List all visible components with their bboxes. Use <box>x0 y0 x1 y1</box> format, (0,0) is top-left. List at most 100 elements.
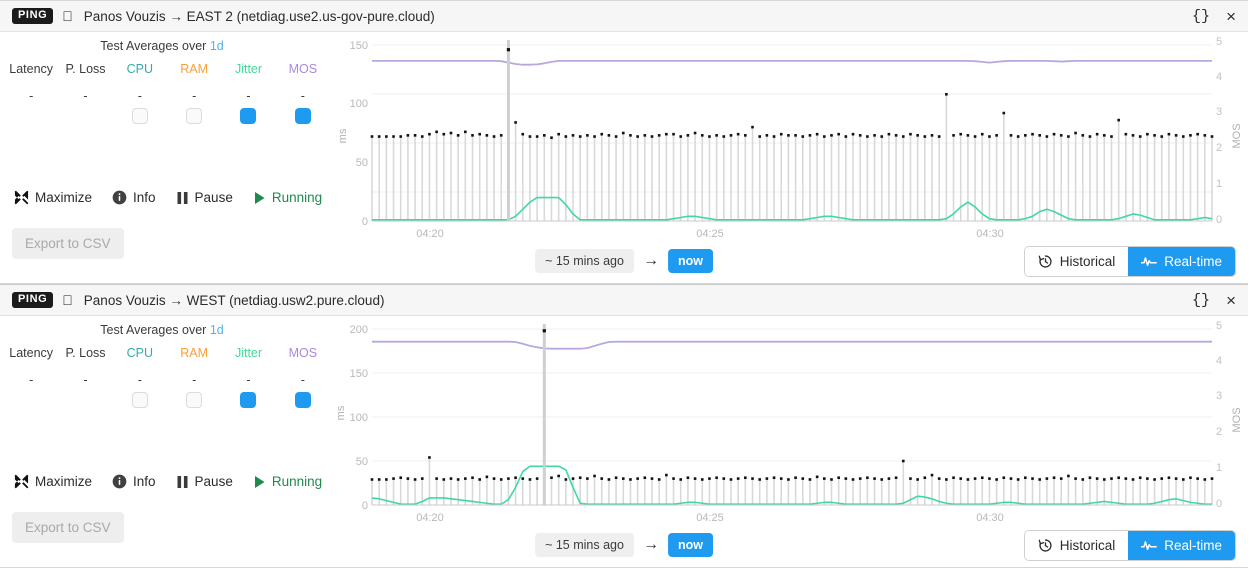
jitter-line <box>372 196 1213 221</box>
averages-duration[interactable]: 1d <box>210 323 224 337</box>
maximize-label: Maximize <box>35 474 93 489</box>
json-view-button[interactable]: {} <box>1186 9 1216 24</box>
maximize-icon <box>14 190 29 205</box>
panel-footer: ~ 15 mins ago → now Historical Real-time <box>0 523 1248 567</box>
checkbox-ram[interactable] <box>186 392 203 408</box>
realtime-button[interactable]: Real-time <box>1128 246 1235 276</box>
stat-header-mos: MOS <box>288 62 318 76</box>
time-to-chip[interactable]: now <box>667 533 713 557</box>
stat-header-cpu: CPU <box>126 62 154 76</box>
stat-header-latency: Latency <box>9 346 54 360</box>
checkbox-cpu[interactable] <box>131 108 148 124</box>
checkbox-cell-latency <box>4 106 58 124</box>
maximize-button[interactable]: Maximize <box>14 190 92 205</box>
panel-titlebar: PING  Panos Vouzis → EAST 2 (netdiag.us… <box>0 1 1248 32</box>
pause-label: Pause <box>194 190 233 205</box>
realtime-label: Real-time <box>1164 253 1222 269</box>
ping-chart[interactable]: 150 100 50 0 ms 5 4 3 2 1 0 MOS 04:20 04… <box>332 36 1248 241</box>
info-icon <box>112 190 127 205</box>
svg-text:MOS: MOS <box>1231 123 1243 148</box>
pause-button[interactable]: Pause <box>176 190 233 205</box>
running-status[interactable]: Running <box>253 474 322 489</box>
stat-header-ploss: P. Loss <box>65 62 106 76</box>
history-clock-icon <box>1038 538 1053 553</box>
stat-value-mos: - <box>300 89 305 103</box>
chart-plot-p1 <box>370 324 1214 505</box>
maximize-label: Maximize <box>35 190 93 205</box>
historical-label: Historical <box>1059 253 1116 269</box>
history-clock-icon <box>1038 254 1053 269</box>
checkbox-ram[interactable] <box>186 108 203 124</box>
pause-button[interactable]: Pause <box>176 474 233 489</box>
historical-button[interactable]: Historical <box>1024 246 1129 276</box>
stat-header-latency: Latency <box>9 62 54 76</box>
time-range-selector: ~ 15 mins ago → now <box>535 249 713 273</box>
view-mode-toggle: Historical Real-time <box>1023 245 1236 277</box>
time-to-chip[interactable]: now <box>667 249 713 273</box>
stat-value-mos: - <box>300 373 305 387</box>
checkbox-cell-ram <box>167 390 221 408</box>
latency-stems <box>371 330 1213 505</box>
svg-text:50: 50 <box>356 157 368 169</box>
arrow-right-icon: → <box>642 252 659 269</box>
time-from-chip[interactable]: ~ 15 mins ago <box>535 533 634 557</box>
realtime-button[interactable]: Real-time <box>1128 530 1235 560</box>
maximize-button[interactable]: Maximize <box>14 474 92 489</box>
json-view-button[interactable]: {} <box>1186 293 1216 308</box>
ping-panel: PING  Panos Vouzis → EAST 2 (netdiag.us… <box>0 0 1248 284</box>
mos-line <box>372 340 1212 350</box>
svg-text:5: 5 <box>1216 36 1222 48</box>
svg-text:50: 50 <box>356 456 368 468</box>
stat-value-jitter: - <box>246 89 251 103</box>
arrow-right-icon: → <box>642 536 659 553</box>
time-from-chip[interactable]: ~ 15 mins ago <box>535 249 634 273</box>
chart-plot-p0 <box>370 40 1214 221</box>
pause-label: Pause <box>194 474 233 489</box>
time-range-selector: ~ 15 mins ago → now <box>535 533 713 557</box>
checkbox-cell-cpu <box>113 106 167 124</box>
chart-y-axis-right: 5 4 3 2 1 0 MOS <box>1216 36 1243 226</box>
info-button[interactable]: Info <box>112 474 156 489</box>
stat-header-ram: RAM <box>180 62 209 76</box>
panel-title: Panos Vouzis → EAST 2 (netdiag.use2.us-g… <box>73 8 435 24</box>
stats-grid: Latency P. Loss CPU RAM Jitter MOS - - -… <box>4 62 330 124</box>
averages-duration[interactable]: 1d <box>210 39 224 53</box>
stat-header-cpu: CPU <box>126 346 154 360</box>
svg-text:150: 150 <box>350 40 368 52</box>
ping-badge: PING <box>12 8 54 24</box>
historical-button[interactable]: Historical <box>1024 530 1129 560</box>
svg-text:0: 0 <box>362 500 368 512</box>
checkbox-mos[interactable] <box>294 108 311 124</box>
checkbox-cell-ploss <box>58 106 112 124</box>
svg-text:2: 2 <box>1216 426 1222 438</box>
panel-title: Panos Vouzis → WEST (netdiag.usw2.pure.c… <box>73 292 385 308</box>
ping-badge: PING <box>12 292 54 308</box>
checkbox-cell-jitter <box>221 106 275 124</box>
averages-title: Test Averages over 1d <box>0 39 324 53</box>
averages-title-text: Test Averages over <box>100 39 207 53</box>
stat-value-ploss: - <box>83 373 88 387</box>
running-status[interactable]: Running <box>253 190 322 205</box>
checkbox-cpu[interactable] <box>131 392 148 408</box>
svg-text:1: 1 <box>1216 462 1222 474</box>
stats-grid: Latency P. Loss CPU RAM Jitter MOS - - -… <box>4 346 330 408</box>
panel-actions: Maximize Info Pause Running <box>14 474 322 489</box>
close-icon[interactable]: × <box>1216 8 1238 25</box>
panel-footer: ~ 15 mins ago → now Historical Real-time <box>0 239 1248 283</box>
ping-panel: PING  Panos Vouzis → WEST (netdiag.usw2… <box>0 284 1248 568</box>
checkbox-mos[interactable] <box>294 392 311 408</box>
ping-chart[interactable]: 200 150 100 50 0 ms 5 4 3 2 1 0 MOS 04:2… <box>332 320 1248 525</box>
close-icon[interactable]: × <box>1216 292 1238 309</box>
stat-value-jitter: - <box>246 373 251 387</box>
apple-icon:  <box>62 293 73 307</box>
panel-titlebar: PING  Panos Vouzis → WEST (netdiag.usw2… <box>0 285 1248 316</box>
checkbox-jitter[interactable] <box>240 108 257 124</box>
checkbox-cell-jitter <box>221 390 275 408</box>
checkbox-jitter[interactable] <box>240 392 257 408</box>
info-button[interactable]: Info <box>112 190 156 205</box>
latency-stems <box>371 49 1213 221</box>
chart-y-axis-right: 5 4 3 2 1 0 MOS <box>1216 320 1243 510</box>
chart-gridlines <box>372 44 1212 222</box>
svg-text:0: 0 <box>1216 498 1222 510</box>
chart-y-axis-left: 150 100 50 0 ms <box>337 40 368 228</box>
